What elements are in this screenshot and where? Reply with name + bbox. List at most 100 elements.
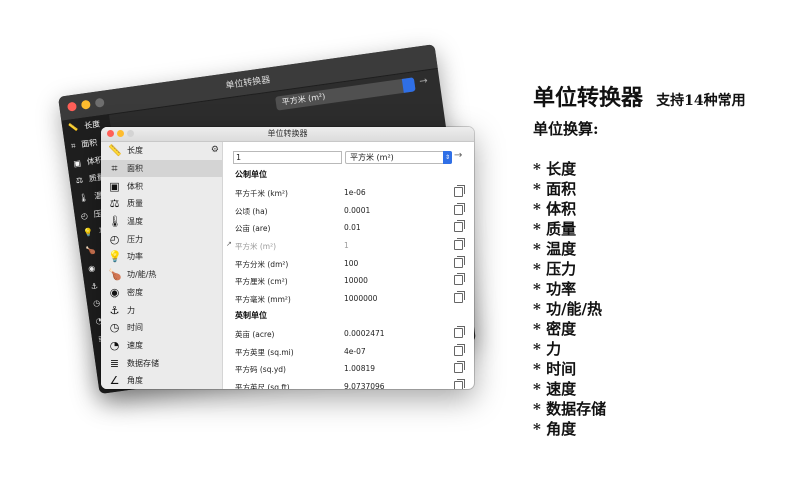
sidebar-item-label: 角度 bbox=[127, 376, 143, 386]
feature-item: * 功率 bbox=[533, 280, 577, 298]
sidebar-item[interactable]: ◷ 时间 bbox=[101, 319, 222, 337]
ruler-icon: 📏 bbox=[67, 122, 80, 134]
unit-name: 平方英尺 (sq.ft) bbox=[235, 382, 290, 389]
sidebar-item-label: 质量 bbox=[127, 199, 143, 209]
feature-item: * 面积 bbox=[533, 180, 577, 198]
table-row[interactable]: 平方千米 (km²) 1e-06 bbox=[223, 183, 474, 201]
table-row[interactable]: 公亩 (are) 0.01 bbox=[223, 218, 474, 236]
copy-icon[interactable] bbox=[454, 238, 465, 251]
feature-item: * 功/能/热 bbox=[533, 300, 603, 318]
sidebar-item[interactable]: ⚖ 质量 bbox=[101, 195, 222, 213]
unit-name: 平方米 (m²) bbox=[235, 242, 277, 252]
table-row[interactable]: 平方英里 (sq.mi) 4e-07 bbox=[223, 342, 474, 360]
copy-icon[interactable] bbox=[454, 255, 465, 268]
feature-item: * 数据存储 bbox=[533, 400, 607, 418]
section-header: 公制单位 bbox=[235, 170, 267, 179]
copy-icon[interactable] bbox=[454, 291, 465, 304]
copy-icon[interactable] bbox=[454, 202, 465, 215]
force-icon: ⚓ bbox=[109, 303, 120, 317]
unit-select[interactable]: 平方米 (m²) ⇕ bbox=[345, 151, 452, 164]
gauge-icon: ◴ bbox=[109, 232, 120, 246]
arrow-right-icon[interactable]: → bbox=[454, 150, 462, 161]
window-title: 单位转换器 bbox=[267, 129, 308, 138]
table-row[interactable]: 公顷 (ha) 0.0001 bbox=[223, 201, 474, 219]
copy-icon[interactable] bbox=[454, 185, 465, 197]
feature-item: * 角度 bbox=[533, 420, 577, 438]
sidebar-item[interactable]: 📏 长度 bbox=[101, 142, 222, 160]
background-sidebar-label: 长度 bbox=[83, 119, 101, 131]
description-title: 单位转换器 bbox=[533, 85, 644, 111]
sidebar-item[interactable]: ◴ 压力 bbox=[101, 230, 222, 248]
background-unit-label: 平方米 (m²) bbox=[281, 91, 326, 107]
weight-icon: ⚖ bbox=[109, 197, 120, 211]
bulb-icon: 💡 bbox=[108, 250, 122, 264]
unit-name: 英亩 (acre) bbox=[235, 329, 275, 339]
sidebar-item[interactable]: 🍗 功/能/热 bbox=[101, 266, 222, 284]
conversion-panel: 1 平方米 (m²) ⇕ → 公制单位平方千米 (km²) 1e-06 公顷 (ha… bbox=[223, 142, 474, 389]
category-sidebar: ⚙ 📏 长度 ⌗ 面积 ▣ 体积 ⚖ 质量 🌡 温度 ◴ 压力 💡 功率 🍗 功/能/热 ◉ 密度 ⚓ 力 ◷ 时间 ◔ 速度… bbox=[101, 142, 223, 389]
bulb-icon: 💡 bbox=[82, 227, 94, 239]
sidebar-item-label: 面积 bbox=[127, 164, 143, 174]
feature-item: * 质量 bbox=[533, 220, 577, 238]
unit-name: 公亩 (are) bbox=[235, 224, 271, 234]
unit-name: 平方英里 (sq.mi) bbox=[235, 347, 294, 357]
table-row[interactable]: 平方英尺 (sq.ft) 9.0737096 bbox=[223, 377, 474, 389]
feature-item: * 力 bbox=[533, 340, 562, 358]
unit-name: 平方厘米 (cm²) bbox=[235, 277, 288, 287]
unit-value: 0.0002471 bbox=[344, 328, 385, 338]
feature-item: * 温度 bbox=[533, 240, 577, 258]
unit-value: 0.0001 bbox=[344, 205, 371, 215]
thermometer-icon: 🌡 bbox=[77, 192, 90, 204]
table-row[interactable]: 平方分米 (dm²) 100 bbox=[223, 254, 474, 272]
gear-icon[interactable]: ⚙ bbox=[211, 145, 219, 155]
unit-value: 1 bbox=[344, 241, 349, 251]
area-crop-icon: ⌗ bbox=[70, 140, 77, 151]
sidebar-item-label: 压力 bbox=[127, 234, 143, 244]
feature-item: * 速度 bbox=[533, 380, 577, 398]
force-icon: ⚓ bbox=[90, 280, 99, 291]
sidebar-item-label: 温度 bbox=[127, 217, 143, 227]
sidebar-item[interactable]: ⚓ 力 bbox=[101, 301, 222, 319]
unit-value: 4e-07 bbox=[344, 346, 366, 356]
section-header: 英制单位 bbox=[235, 310, 267, 320]
table-row[interactable]: 平方码 (sq.yd) 1.00819 bbox=[223, 359, 474, 377]
unit-value: 10000 bbox=[344, 276, 368, 286]
table-row[interactable]: 英亩 (acre) 0.0002471 bbox=[223, 324, 474, 342]
cube-icon: ▣ bbox=[72, 158, 82, 169]
sidebar-item[interactable]: ◔ 速度 bbox=[101, 337, 222, 355]
sidebar-item-label: 数据存储 bbox=[127, 358, 159, 368]
sidebar-item[interactable]: ◉ 密度 bbox=[101, 284, 222, 302]
arrow-right-icon[interactable]: → bbox=[419, 75, 429, 87]
feature-item: * 时间 bbox=[533, 360, 577, 378]
weight-icon: ⚖ bbox=[75, 175, 84, 186]
sidebar-item[interactable]: 🌡 温度 bbox=[101, 213, 222, 231]
gauge-icon: ◴ bbox=[80, 210, 89, 221]
copy-icon[interactable] bbox=[454, 325, 465, 338]
copy-icon[interactable] bbox=[454, 378, 465, 389]
sidebar-item[interactable]: ≣ 数据存储 bbox=[101, 354, 222, 372]
sidebar-item[interactable]: ∠ 角度 bbox=[101, 372, 222, 389]
value-input[interactable]: 1 bbox=[233, 151, 342, 164]
drumstick-icon: 🍗 bbox=[108, 268, 122, 282]
table-row[interactable]: 平方厘米 (cm²) 10000 bbox=[223, 271, 474, 289]
density-icon: ◉ bbox=[87, 263, 96, 274]
description-subtitle: 支持14种常用 bbox=[656, 93, 746, 109]
copy-icon[interactable] bbox=[454, 361, 465, 374]
sidebar-item-label: 功/能/热 bbox=[127, 270, 157, 280]
copy-icon[interactable] bbox=[454, 343, 465, 356]
ruler-icon: 📏 bbox=[108, 144, 122, 158]
sidebar-item-label: 体积 bbox=[127, 181, 143, 191]
sidebar-item[interactable]: 💡 功率 bbox=[101, 248, 222, 266]
copy-icon[interactable] bbox=[454, 273, 465, 286]
feature-item: * 体积 bbox=[533, 200, 577, 218]
table-row[interactable]: ↗ 平方米 (m²) 1 bbox=[223, 236, 474, 254]
table-row[interactable]: 平方毫米 (mm²) 1000000 bbox=[223, 289, 474, 307]
unit-name: 平方分米 (dm²) bbox=[235, 259, 289, 269]
unit-list: 公制单位 平方千米 (km²) 1e-06 公顷 (ha) 0.0001 公亩 (are)… bbox=[223, 166, 474, 389]
sidebar-item-label: 速度 bbox=[127, 340, 143, 350]
density-icon: ◉ bbox=[109, 285, 120, 299]
chevron-down-icon bbox=[401, 77, 416, 93]
sidebar-item[interactable]: ▣ 体积 bbox=[101, 177, 222, 195]
sidebar-item[interactable]: ⌗ 面积 bbox=[101, 159, 222, 178]
copy-icon[interactable] bbox=[454, 220, 465, 233]
